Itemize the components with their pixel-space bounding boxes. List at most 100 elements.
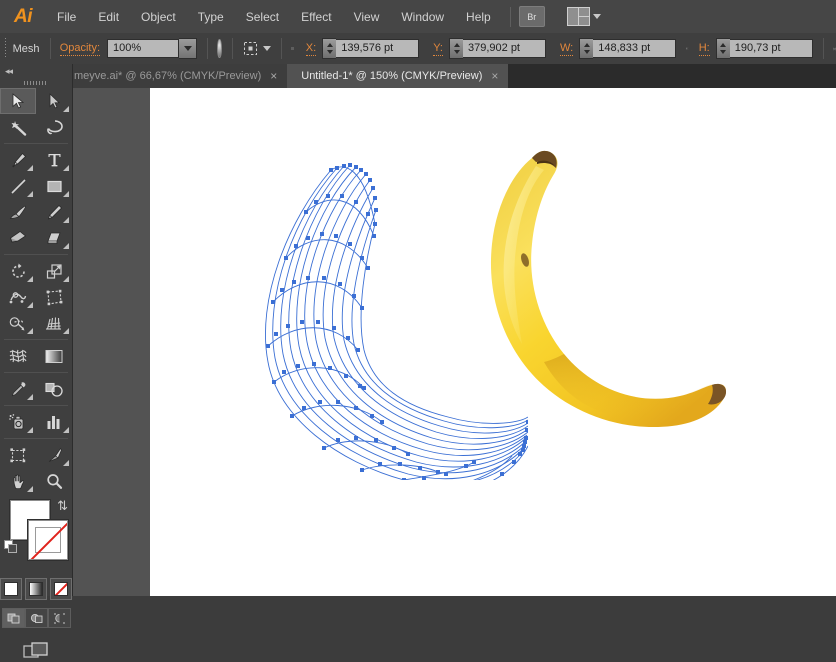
document-tab-meyve[interactable]: meyve.ai* @ 66,67% (CMYK/Preview) × bbox=[60, 64, 287, 88]
flyout-indicator bbox=[27, 427, 33, 433]
tools-divider bbox=[4, 438, 68, 439]
eyedropper-icon bbox=[10, 381, 27, 398]
align-to-button[interactable] bbox=[242, 40, 271, 57]
swap-fill-stroke-icon[interactable]: ⇅ bbox=[57, 498, 68, 514]
artboard-tool[interactable] bbox=[0, 442, 36, 468]
menu-view[interactable]: View bbox=[343, 0, 391, 33]
none-button[interactable] bbox=[50, 578, 72, 600]
lasso-tool[interactable] bbox=[36, 114, 72, 140]
hand-tool[interactable] bbox=[0, 468, 36, 494]
rotate-tool[interactable] bbox=[0, 258, 36, 284]
tools-divider bbox=[4, 405, 68, 406]
stepper-down-icon bbox=[454, 50, 460, 54]
paintbrush-tool[interactable] bbox=[0, 199, 36, 225]
arrange-documents-button[interactable] bbox=[567, 7, 601, 26]
draw-behind-icon bbox=[30, 613, 43, 624]
column-graph-tool[interactable] bbox=[36, 409, 72, 435]
symbol-sprayer-tool[interactable] bbox=[0, 409, 36, 435]
tools-divider bbox=[4, 143, 68, 144]
none-icon bbox=[54, 582, 68, 596]
type-tool[interactable] bbox=[36, 147, 72, 173]
menu-edit[interactable]: Edit bbox=[87, 0, 130, 33]
chevron-down-icon bbox=[263, 46, 271, 51]
tools-panel-collapse-button[interactable]: ◂◂ bbox=[0, 64, 72, 78]
pencil-icon bbox=[46, 204, 63, 221]
document-canvas[interactable]: VektorelCizim.net © 2013 bbox=[150, 88, 836, 596]
x-label: X: bbox=[306, 42, 316, 56]
menu-help[interactable]: Help bbox=[455, 0, 502, 33]
selection-arrow-icon bbox=[11, 93, 26, 109]
w-field-group[interactable]: 148,833 pt bbox=[579, 38, 676, 59]
pen-tool[interactable] bbox=[0, 147, 36, 173]
menu-object[interactable]: Object bbox=[130, 0, 187, 33]
zoom-tool[interactable] bbox=[36, 468, 72, 494]
tools-divider bbox=[4, 254, 68, 255]
close-icon[interactable]: × bbox=[491, 70, 498, 82]
perspective-grid-tool[interactable] bbox=[36, 310, 72, 336]
default-fill-stroke-icon[interactable] bbox=[4, 540, 18, 554]
control-bar-grip[interactable] bbox=[5, 38, 6, 59]
tools-divider bbox=[4, 339, 68, 340]
x-field-group[interactable]: 139,576 pt bbox=[322, 38, 419, 59]
gradient-tool[interactable] bbox=[36, 343, 72, 369]
tools-panel-grip[interactable] bbox=[0, 78, 72, 88]
change-screen-mode-button[interactable] bbox=[23, 642, 49, 662]
magic-wand-tool[interactable] bbox=[0, 114, 36, 140]
draw-normal-button[interactable] bbox=[2, 608, 25, 628]
opacity-dropdown-button[interactable] bbox=[179, 38, 197, 59]
eraser-tool[interactable] bbox=[36, 225, 72, 251]
blend-tool[interactable] bbox=[36, 376, 72, 402]
bridge-button[interactable]: Br bbox=[519, 6, 545, 27]
flyout-indicator bbox=[63, 165, 69, 171]
artboard-icon bbox=[9, 447, 27, 464]
reference-point-grid-icon[interactable] bbox=[291, 40, 294, 57]
document-tab-untitled-1[interactable]: Untitled-1* @ 150% (CMYK/Preview) × bbox=[287, 64, 508, 88]
app-logo: Ai bbox=[0, 0, 46, 33]
x-input[interactable]: 139,576 pt bbox=[336, 39, 419, 58]
selection-tool[interactable] bbox=[0, 88, 36, 114]
h-input[interactable]: 190,73 pt bbox=[730, 39, 813, 58]
constrain-proportions-icon[interactable] bbox=[686, 40, 688, 57]
opacity-input[interactable]: 100% bbox=[107, 39, 179, 58]
width-tool[interactable] bbox=[0, 284, 36, 310]
line-segment-tool[interactable] bbox=[0, 173, 36, 199]
eyedropper-tool[interactable] bbox=[0, 376, 36, 402]
h-stepper[interactable] bbox=[716, 38, 730, 59]
shape-builder-icon bbox=[9, 315, 27, 332]
menu-effect[interactable]: Effect bbox=[290, 0, 342, 33]
draw-behind-button[interactable] bbox=[25, 608, 48, 628]
chevron-down-icon bbox=[184, 46, 192, 51]
w-input[interactable]: 148,833 pt bbox=[593, 39, 676, 58]
y-input[interactable]: 379,902 pt bbox=[463, 39, 546, 58]
menu-window[interactable]: Window bbox=[390, 0, 455, 33]
draw-inside-button[interactable] bbox=[48, 608, 71, 628]
scale-tool[interactable] bbox=[36, 258, 72, 284]
blob-brush-tool[interactable] bbox=[0, 225, 36, 251]
menu-select[interactable]: Select bbox=[235, 0, 290, 33]
close-icon[interactable]: × bbox=[270, 70, 277, 82]
pencil-tool[interactable] bbox=[36, 199, 72, 225]
banana-photo[interactable] bbox=[440, 140, 740, 440]
mesh-tool[interactable] bbox=[0, 343, 36, 369]
flyout-indicator bbox=[63, 191, 69, 197]
y-field-group[interactable]: 379,902 pt bbox=[449, 38, 546, 59]
menu-type[interactable]: Type bbox=[187, 0, 235, 33]
rectangle-tool[interactable] bbox=[36, 173, 72, 199]
h-field-group[interactable]: 190,73 pt bbox=[716, 38, 813, 59]
gradient-button[interactable] bbox=[25, 578, 47, 600]
y-stepper[interactable] bbox=[449, 38, 463, 59]
w-stepper[interactable] bbox=[579, 38, 593, 59]
eraser-icon bbox=[45, 230, 63, 247]
slice-tool[interactable] bbox=[36, 442, 72, 468]
stroke-swatch[interactable] bbox=[28, 520, 68, 560]
free-transform-icon bbox=[46, 289, 63, 306]
x-stepper[interactable] bbox=[322, 38, 336, 59]
shape-builder-tool[interactable] bbox=[0, 310, 36, 336]
color-swatch-button[interactable] bbox=[0, 578, 22, 600]
canvas-gutter bbox=[72, 88, 150, 596]
opacity-sphere-icon[interactable] bbox=[217, 39, 222, 58]
opacity-combo[interactable]: 100% bbox=[107, 38, 197, 59]
menu-file[interactable]: File bbox=[46, 0, 87, 33]
direct-selection-tool[interactable] bbox=[36, 88, 72, 114]
free-transform-tool[interactable] bbox=[36, 284, 72, 310]
